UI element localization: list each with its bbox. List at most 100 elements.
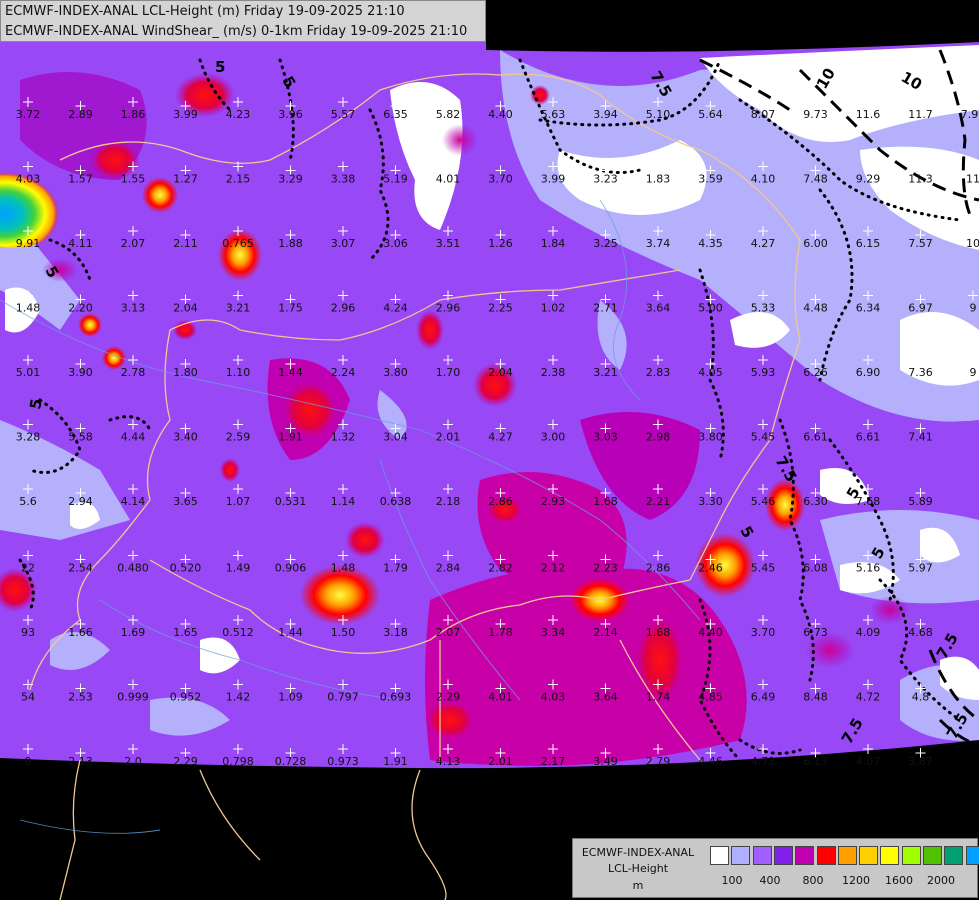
station-value: 5.82 — [436, 108, 461, 121]
station-value: 3.87 — [908, 755, 933, 768]
station-value: 2.79 — [646, 755, 671, 768]
station-value: 2.21 — [646, 495, 671, 508]
station-value: 4.05 — [698, 366, 723, 379]
legend-swatch — [816, 846, 836, 865]
station-value: 2.13 — [68, 755, 93, 768]
station-value: 1.69 — [121, 626, 146, 639]
station-value: 1.84 — [541, 237, 566, 250]
station-value: 1.42 — [226, 691, 251, 704]
station-value: 1.74 — [646, 691, 671, 704]
station-value: 1.48 — [16, 302, 41, 315]
station-value: 1.80 — [173, 366, 198, 379]
station-value: 3.65 — [173, 495, 198, 508]
station-value: 4.85 — [698, 691, 723, 704]
station-value: 5.01 — [16, 366, 41, 379]
station-value: 2.98 — [646, 431, 671, 444]
station-value: 5.97 — [908, 562, 933, 575]
station-value: 1.09 — [278, 691, 303, 704]
station-value: 3.64 — [646, 302, 671, 315]
legend-swatch — [773, 846, 793, 865]
station-value: 4.44 — [121, 431, 146, 444]
station-value: 2.0 — [124, 755, 142, 768]
station-value: 3.70 — [751, 626, 776, 639]
station-value: 4.73 — [751, 755, 776, 768]
station-value: 5.10 — [646, 108, 671, 121]
legend-tick: 1600 — [885, 874, 913, 887]
station-value: 2.53 — [68, 691, 93, 704]
legend: ECMWF-INDEX-ANAL LCL-Height m 100 400 80… — [572, 838, 979, 898]
station-value: 3.96 — [278, 108, 303, 121]
station-value: 4.27 — [751, 237, 776, 250]
station-value: 1.07 — [226, 495, 251, 508]
station-value: 3.74 — [646, 237, 671, 250]
station-value: 0.693 — [380, 691, 412, 704]
station-value: 93 — [21, 626, 35, 639]
station-value: 4.27 — [488, 431, 513, 444]
station-value: 2.12 — [541, 562, 566, 575]
station-value: 0.797 — [327, 691, 359, 704]
station-value: 4.68 — [908, 626, 933, 639]
station-value: 1.10 — [226, 366, 251, 379]
station-value: 2.20 — [68, 302, 93, 315]
station-value: 4.23 — [226, 108, 251, 121]
station-value: 6.30 — [803, 495, 828, 508]
station-value: 3.38 — [331, 173, 356, 186]
station-value: 2.84 — [436, 562, 461, 575]
station-value: 1.70 — [436, 366, 461, 379]
station-value: 1.83 — [646, 173, 671, 186]
station-value: 2.04 — [488, 366, 513, 379]
station-value: 3.03 — [593, 431, 618, 444]
station-value: 3.13 — [121, 302, 146, 315]
station-value: 2.71 — [593, 302, 618, 315]
station-value: 4.03 — [541, 691, 566, 704]
station-value: 1.44 — [278, 366, 303, 379]
station-value: 2.25 — [488, 302, 513, 315]
station-value: 2.01 — [436, 431, 461, 444]
station-value: 1.26 — [488, 237, 513, 250]
station-value: 2.29 — [173, 755, 198, 768]
legend-swatch — [923, 846, 942, 865]
station-value: 3.23 — [593, 173, 618, 186]
station-value: 4.01 — [436, 173, 461, 186]
station-value: 7.57 — [908, 237, 933, 250]
station-value: 5.16 — [856, 562, 881, 575]
station-value: 2.94 — [68, 495, 93, 508]
legend-swatch — [859, 846, 879, 865]
station-value: 4.14 — [121, 495, 146, 508]
station-value: 1.02 — [541, 302, 566, 315]
station-value: 3.70 — [488, 173, 513, 186]
legend-swatch — [901, 846, 921, 865]
station-value: 2.38 — [541, 366, 566, 379]
station-value: 1.57 — [68, 173, 93, 186]
station-value: 7.41 — [908, 431, 933, 444]
legend-tick: 100 — [721, 874, 743, 887]
station-value: 3.25 — [593, 237, 618, 250]
station-value: 4.24 — [383, 302, 408, 315]
station-value: 1.48 — [331, 562, 356, 575]
station-value: 3.49 — [593, 755, 618, 768]
station-value: 2.29 — [436, 691, 461, 704]
station-value: 5.64 — [698, 108, 723, 121]
station-value: 0.973 — [327, 755, 359, 768]
legend-swatch — [837, 846, 857, 865]
station-value: 1.68 — [593, 495, 618, 508]
station-value: 22 — [21, 562, 35, 575]
station-value: 2.04 — [173, 302, 198, 315]
station-value: 3.18 — [383, 626, 408, 639]
station-value: 6.73 — [803, 626, 828, 639]
station-value: 4.07 — [856, 755, 881, 768]
station-value: 1.91 — [278, 431, 303, 444]
station-value: 2.07 — [436, 626, 461, 639]
station-value: 8.07 — [751, 108, 776, 121]
contour-label: 5 — [215, 58, 225, 76]
station-value: 2.96 — [331, 302, 356, 315]
station-value: 6.08 — [803, 562, 828, 575]
station-value: 6.15 — [856, 237, 881, 250]
station-value: 3.28 — [16, 431, 41, 444]
station-value: 2.24 — [331, 366, 356, 379]
legend-variable: LCL-Height — [607, 862, 669, 875]
title-line-2: ECMWF-INDEX-ANAL WindShear_ (m/s) 0-1km … — [5, 24, 468, 39]
station-value: 2.23 — [593, 562, 618, 575]
station-value: 9.73 — [803, 108, 828, 121]
station-value: 5.58 — [68, 431, 93, 444]
